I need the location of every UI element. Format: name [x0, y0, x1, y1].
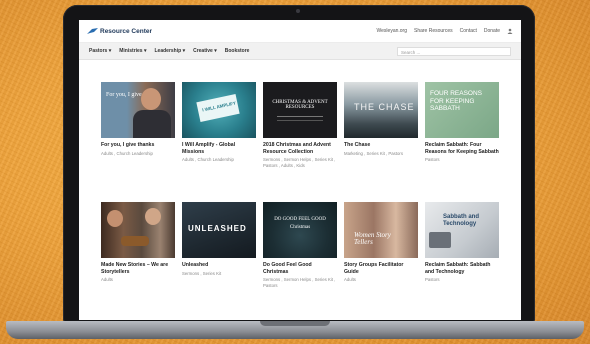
resource-card[interactable]: For you, I give thanks For you, I give t…	[101, 82, 179, 156]
logo-text: Resource Center	[100, 27, 153, 35]
site-logo[interactable]: Resource Center	[87, 27, 153, 35]
wing-logo-icon	[87, 27, 98, 34]
main-nav: Pastors ▾ Ministries ▾ Leadership ▾ Crea…	[79, 43, 521, 60]
resource-card[interactable]: UNLEASHED Unleashed Sermons , Series Kit	[182, 202, 260, 276]
card-thumbnail[interactable]: FOUR REASONS FOR KEEPING SABBATH	[425, 82, 499, 138]
card-thumbnail[interactable]: THE CHASE	[344, 82, 418, 138]
card-thumbnail[interactable]: Women Story Tellers	[344, 202, 418, 258]
card-title[interactable]: Unleashed	[182, 262, 256, 269]
card-tags: Adults	[344, 277, 356, 282]
card-tags: Adults	[101, 277, 113, 282]
nav-pastors[interactable]: Pastors ▾	[89, 48, 111, 54]
card-thumbnail[interactable]: CHRISTMAS & ADVENT RESOURCES	[263, 82, 337, 138]
laptop-base	[6, 321, 584, 339]
card-title[interactable]: For you, I give thanks	[101, 142, 175, 149]
resource-card[interactable]: Sabbath and Technology Reclaim Sabbath: …	[425, 202, 503, 283]
nav-ministries[interactable]: Ministries ▾	[119, 48, 146, 54]
resource-card[interactable]: CHRISTMAS & ADVENT RESOURCES 2018 Christ…	[263, 82, 341, 168]
card-tags: Pastors	[425, 277, 440, 282]
resource-card[interactable]: I WILL AMPLIFY I Will Amplify - Global M…	[182, 82, 260, 163]
link-wesleyan[interactable]: Wesleyan.org	[377, 28, 407, 34]
resource-card[interactable]: Women Story Tellers Story Groups Facilit…	[344, 202, 422, 283]
user-icon[interactable]	[507, 28, 513, 34]
resource-card[interactable]: FOUR REASONS FOR KEEPING SABBATH Reclaim…	[425, 82, 503, 163]
card-tags: Sermons , Sermon Helps , Series Kit , Pa…	[263, 277, 336, 288]
card-title[interactable]: Story Groups Facilitator Guide	[344, 262, 418, 275]
search-input[interactable]: Search ...	[397, 46, 511, 56]
nav-bookstore[interactable]: Bookstore	[225, 48, 250, 54]
link-contact[interactable]: Contact	[460, 28, 477, 34]
link-donate[interactable]: Donate	[484, 28, 500, 34]
card-thumbnail[interactable]: I WILL AMPLIFY	[182, 82, 256, 138]
card-thumbnail[interactable]: DO GOOD FEEL GOOD Christmas	[263, 202, 337, 258]
card-thumbnail[interactable]	[101, 202, 175, 258]
card-title[interactable]: Reclaim Sabbath: Sabbath and Technology	[425, 262, 499, 275]
card-thumbnail[interactable]: For you, I give thanks	[101, 82, 175, 138]
card-title[interactable]: I Will Amplify - Global Missions	[182, 142, 256, 155]
top-bar: Resource Center Wesleyan.org Share Resou…	[79, 20, 521, 43]
card-tags: Adults , Church Leadership	[182, 157, 234, 162]
nav-creative[interactable]: Creative ▾	[193, 48, 217, 54]
browser-screen: Resource Center Wesleyan.org Share Resou…	[79, 20, 521, 320]
card-title[interactable]: Do Good Feel Good Christmas	[263, 262, 337, 275]
card-thumbnail[interactable]: UNLEASHED	[182, 202, 256, 258]
card-thumbnail[interactable]: Sabbath and Technology	[425, 202, 499, 258]
laptop-notch	[260, 321, 330, 326]
card-title[interactable]: Reclaim Sabbath: Four Reasons for Keepin…	[425, 142, 499, 155]
utility-nav: Wesleyan.org Share Resources Contact Don…	[377, 28, 513, 34]
card-tags: Marketing , Series Kit , Pastors	[344, 150, 403, 156]
card-title[interactable]: Made New Stories – We are Storytellers	[101, 262, 175, 275]
nav-leadership[interactable]: Leadership ▾	[155, 48, 186, 54]
resource-card[interactable]: THE CHASE The Chase Marketing , Series K…	[344, 82, 422, 156]
card-tags: Pastors	[425, 157, 440, 162]
resource-card[interactable]: Made New Stories – We are Storytellers A…	[101, 202, 179, 283]
card-tags: Adults , Church Leadership	[101, 150, 153, 156]
link-share-resources[interactable]: Share Resources	[414, 28, 453, 34]
card-tags: Sermons , Series Kit	[182, 270, 222, 276]
resource-card[interactable]: DO GOOD FEEL GOOD Christmas Do Good Feel…	[263, 202, 341, 288]
card-tags: Sermons , Sermon Helps , Series Kit , Pa…	[263, 157, 336, 168]
card-title[interactable]: The Chase	[344, 142, 418, 149]
card-title[interactable]: 2018 Christmas and Advent Resource Colle…	[263, 142, 337, 155]
camera-icon	[296, 9, 300, 13]
